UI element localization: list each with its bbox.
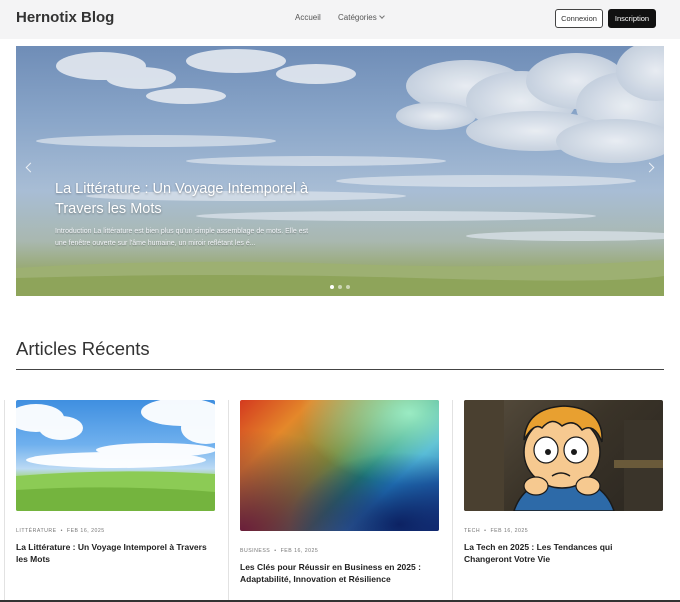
carousel-dot-3[interactable] xyxy=(346,285,350,289)
login-button[interactable]: Connexion xyxy=(555,9,603,28)
hero-excerpt: Introduction La littérature est bien plu… xyxy=(55,228,309,247)
nav-link-home[interactable]: Accueil xyxy=(295,13,321,22)
navbar: Hernotix Blog Accueil Catégories Connexi… xyxy=(0,0,680,39)
hero-title[interactable]: La Littérature : Un Voyage Intemporel à … xyxy=(55,179,335,219)
article-thumbnail[interactable] xyxy=(16,400,215,511)
hero-caption: La Littérature : Un Voyage Intemporel à … xyxy=(55,179,335,250)
article-meta: Littérature • Feb 16, 2025 xyxy=(16,528,105,534)
hero-carousel: La Littérature : Un Voyage Intemporel à … xyxy=(16,46,664,296)
article-title[interactable]: La Tech en 2025 : Les Tendances qui Chan… xyxy=(464,541,659,565)
article-card[interactable]: Business • Feb 16, 2025 Les Clés pour Réus… xyxy=(228,400,452,602)
article-card[interactable]: Tech • Feb 16, 2025 La Tech en 2025 : Les … xyxy=(452,400,676,602)
article-category[interactable]: Littérature xyxy=(16,528,57,534)
section-heading-recent: Articles Récents xyxy=(16,338,150,359)
carousel-dot-1[interactable] xyxy=(330,285,334,289)
carousel-indicators xyxy=(330,285,350,289)
article-title[interactable]: La Littérature : Un Voyage Intemporel à … xyxy=(16,541,211,565)
article-date: Feb 16, 2025 xyxy=(490,528,529,534)
article-card[interactable]: Littérature • Feb 16, 2025 La Littérature … xyxy=(4,400,228,602)
article-thumbnail[interactable] xyxy=(464,400,663,511)
signup-button[interactable]: Inscription xyxy=(608,9,656,28)
article-thumbnail[interactable] xyxy=(240,400,439,531)
article-title[interactable]: Les Clés pour Réussir en Business en 202… xyxy=(240,561,435,585)
brand-logo[interactable]: Hernotix Blog xyxy=(16,9,114,26)
article-meta: Business • Feb 16, 2025 xyxy=(240,548,319,554)
article-date: Feb 16, 2025 xyxy=(66,528,105,534)
article-meta: Tech • Feb 16, 2025 xyxy=(464,528,529,534)
hero-background-image xyxy=(16,46,664,296)
chevron-down-icon xyxy=(378,13,385,19)
article-date: Feb 16, 2025 xyxy=(280,548,319,554)
section-divider xyxy=(16,369,664,370)
nav-dropdown-categories[interactable]: Catégories xyxy=(338,13,385,22)
article-category[interactable]: Tech xyxy=(464,528,480,534)
nav-categories-label: Catégories xyxy=(338,13,377,22)
article-category[interactable]: Business xyxy=(240,548,270,554)
carousel-dot-2[interactable] xyxy=(338,285,342,289)
